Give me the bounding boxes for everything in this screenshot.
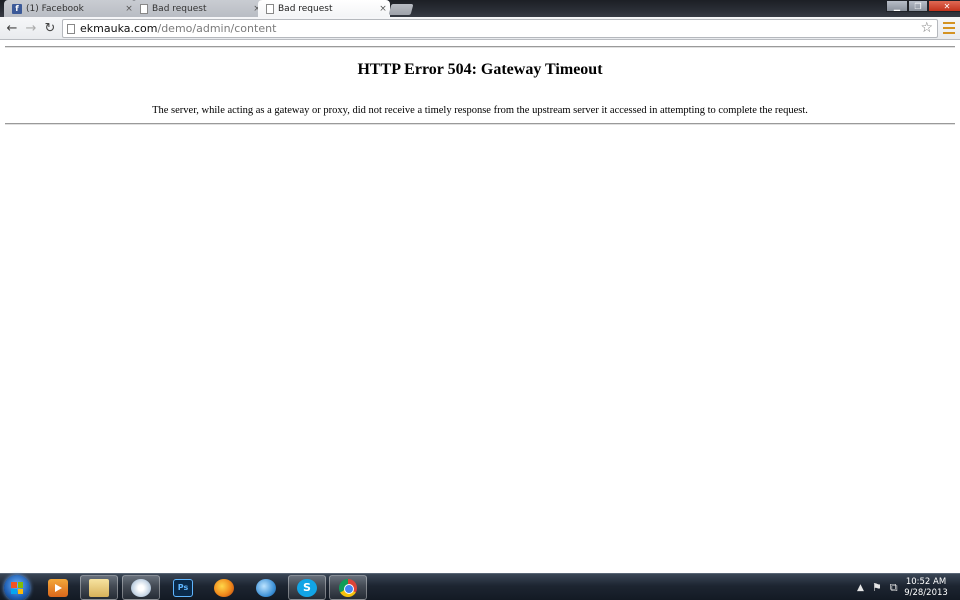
start-button[interactable]	[4, 575, 30, 600]
arrow-right-icon: →	[25, 21, 37, 36]
search-icon	[256, 578, 276, 597]
clock-date: 9/28/2013	[904, 588, 948, 598]
page-content: HTTP Error 504: Gateway Timeout The serv…	[0, 41, 960, 573]
new-tab-button[interactable]	[388, 4, 414, 15]
back-button[interactable]: ←	[4, 21, 20, 37]
windows-taskbar: Ps S ▲ ⚑ ⧉ 10:52 AM 9/28/2013	[0, 573, 960, 600]
page-icon	[67, 23, 75, 34]
taskbar-explorer[interactable]	[80, 575, 118, 600]
window-controls: ▁ ❐ ✕	[886, 0, 960, 12]
reload-button[interactable]: ↻	[42, 21, 58, 37]
menu-bar	[943, 27, 955, 29]
arrow-left-icon: ←	[6, 21, 18, 36]
reload-icon: ↻	[44, 21, 56, 36]
network-icon[interactable]: ⧉	[890, 581, 898, 595]
system-tray: ▲ ⚑ ⧉	[857, 574, 906, 600]
top-divider	[5, 46, 955, 48]
tab-bad-request-2[interactable]: Bad request ×	[258, 0, 390, 17]
error-message: The server, while acting as a gateway or…	[152, 105, 808, 116]
taskbar-firefox[interactable]	[205, 575, 243, 600]
taskbar-chrome[interactable]	[329, 575, 367, 600]
folder-icon	[89, 578, 109, 597]
tab-title: Bad request	[278, 3, 333, 14]
action-center-flag-icon[interactable]: ⚑	[872, 581, 882, 594]
browser-toolbar: ← → ↻ ekmauka.com/demo/admin/content ☆	[0, 17, 960, 40]
tab-facebook[interactable]: f (1) Facebook ×	[4, 0, 136, 17]
tab-bad-request-1[interactable]: Bad request ×	[132, 0, 264, 17]
page-icon	[266, 3, 274, 14]
firefox-icon	[214, 578, 234, 597]
restore-button[interactable]: ❐	[908, 0, 928, 12]
url-path: /demo/admin/content	[157, 22, 277, 35]
facebook-icon: f	[12, 3, 22, 14]
photoshop-icon: Ps	[173, 578, 193, 597]
taskbar-photoshop[interactable]: Ps	[164, 575, 202, 600]
show-hidden-icons-icon[interactable]: ▲	[857, 583, 864, 593]
media-player-icon	[48, 578, 68, 597]
forward-button[interactable]: →	[23, 21, 39, 37]
windows-logo-icon	[11, 582, 23, 594]
taskbar-clock[interactable]: 10:52 AM 9/28/2013	[900, 577, 952, 599]
bookmark-star-icon[interactable]: ☆	[920, 20, 933, 36]
url-host: ekmauka.com	[80, 22, 158, 35]
minimize-button[interactable]: ▁	[886, 0, 908, 12]
close-window-button[interactable]: ✕	[928, 0, 960, 12]
error-heading: HTTP Error 504: Gateway Timeout	[357, 61, 603, 78]
browser-title-bar: f (1) Facebook × Bad request × Bad reque…	[0, 0, 960, 17]
skype-icon: S	[297, 578, 317, 597]
taskbar-media-player[interactable]	[39, 575, 77, 600]
clock-time: 10:52 AM	[905, 577, 947, 587]
close-icon[interactable]: ×	[376, 4, 390, 14]
tab-title: Bad request	[152, 3, 207, 14]
taskbar-skype[interactable]: S	[288, 575, 326, 600]
taskbar-search[interactable]	[247, 575, 285, 600]
bottom-divider	[5, 123, 955, 125]
chrome-menu-button[interactable]	[943, 22, 955, 34]
taskbar-paint[interactable]	[122, 575, 160, 600]
menu-bar	[943, 22, 955, 24]
chrome-icon	[339, 578, 357, 597]
paint-icon	[131, 578, 151, 597]
menu-bar	[943, 32, 955, 34]
address-bar[interactable]: ekmauka.com/demo/admin/content ☆	[62, 19, 938, 38]
tab-title: (1) Facebook	[26, 3, 84, 14]
page-icon	[140, 3, 148, 14]
